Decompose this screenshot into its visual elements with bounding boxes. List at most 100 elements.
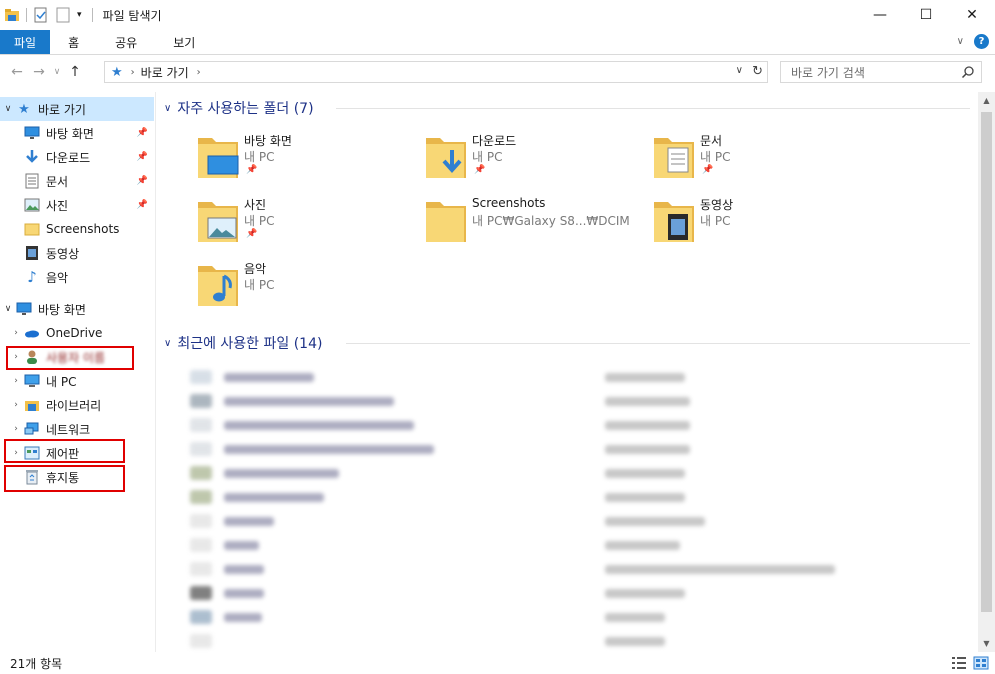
sidebar-item-label: 바탕 화면: [46, 126, 94, 141]
sidebar-item-quick-access[interactable]: ∨ ★ 바로 가기: [0, 97, 154, 121]
quick-access-dropdown-icon[interactable]: ▾: [77, 10, 82, 20]
star-icon: ★: [111, 64, 123, 80]
sidebar-item-label: 라이브러리: [46, 398, 102, 413]
folder-tile-videos[interactable]: 동영상 내 PC: [652, 196, 872, 254]
file-location: [605, 589, 685, 598]
sidebar-item-videos[interactable]: 동영상: [0, 241, 154, 265]
refresh-icon[interactable]: ↻: [752, 64, 763, 79]
collapse-chevron-icon[interactable]: ∨: [164, 338, 171, 349]
breadcrumb-chevron-icon[interactable]: ›: [131, 67, 135, 78]
pane-divider[interactable]: [155, 92, 156, 652]
address-bar[interactable]: ★ › 바로 가기 › ∨ ↻: [104, 61, 768, 83]
collapse-chevron-icon[interactable]: ∨: [164, 103, 171, 114]
file-explorer-icon[interactable]: [4, 7, 20, 23]
network-icon: [24, 421, 40, 437]
file-icon: [190, 610, 212, 624]
tab-view[interactable]: 보기: [155, 30, 213, 54]
sidebar-item-network[interactable]: › 네트워크: [0, 417, 154, 441]
sidebar-item-desktop[interactable]: 바탕 화면 📌: [0, 121, 154, 145]
sidebar-item-documents[interactable]: 문서 📌: [0, 169, 154, 193]
back-button[interactable]: ←: [6, 61, 28, 83]
expand-arrow-icon[interactable]: ›: [8, 424, 24, 434]
sidebar-item-pictures[interactable]: 사진 📌: [0, 193, 154, 217]
scrollbar-thumb[interactable]: [981, 112, 992, 612]
folder-tile-pictures[interactable]: 사진 내 PC 📌: [196, 196, 416, 254]
sidebar-item-downloads[interactable]: 다운로드 📌: [0, 145, 154, 169]
expand-arrow-icon[interactable]: ›: [8, 376, 24, 386]
breadcrumb-chevron-icon[interactable]: ›: [197, 67, 201, 78]
pin-icon[interactable]: 📌: [137, 128, 148, 138]
sidebar-item-music[interactable]: ♪ 음악: [0, 265, 154, 289]
minimize-button[interactable]: —: [857, 0, 903, 30]
list-item[interactable]: [190, 608, 890, 628]
pin-icon: 📌: [702, 165, 714, 175]
chevron-down-icon[interactable]: ∨: [957, 36, 964, 47]
folder-name: Screenshots: [472, 196, 546, 210]
list-item[interactable]: [190, 464, 890, 484]
pin-icon[interactable]: 📌: [137, 200, 148, 210]
sidebar-item-label: 바로 가기: [38, 102, 86, 117]
pin-icon[interactable]: 📌: [137, 176, 148, 186]
pin-icon: 📌: [246, 229, 258, 239]
expand-chevron-icon[interactable]: ∨: [0, 304, 16, 314]
folder-tile-documents[interactable]: 문서 내 PC 📌: [652, 132, 872, 190]
details-view-icon[interactable]: [951, 656, 967, 670]
folder-location: 내 PC: [700, 214, 731, 228]
list-item[interactable]: [190, 512, 890, 532]
list-item[interactable]: [190, 536, 890, 556]
minimize-icon: —: [873, 7, 887, 23]
sidebar-item-label: 동영상: [46, 246, 80, 261]
pin-icon[interactable]: 📌: [137, 152, 148, 162]
list-item[interactable]: [190, 560, 890, 580]
list-item[interactable]: [190, 368, 890, 388]
videos-folder-icon: [654, 202, 694, 242]
navigation-pane: ∨ ★ 바로 가기 바탕 화면 📌 다운로드 📌 문서 📌 사진 📌 Scree…: [0, 96, 154, 650]
properties-icon[interactable]: [33, 7, 49, 23]
close-button[interactable]: ✕: [949, 0, 995, 30]
tab-file[interactable]: 파일: [0, 30, 51, 54]
sidebar-item-libraries[interactable]: › 라이브러리: [0, 393, 154, 417]
sidebar-item-desktop-root[interactable]: ∨ 바탕 화면: [0, 297, 154, 321]
large-icons-view-icon[interactable]: [973, 656, 989, 670]
folder-name: 동영상: [700, 198, 734, 212]
list-item[interactable]: [190, 416, 890, 436]
file-location: [605, 373, 685, 382]
tab-home[interactable]: 홈: [50, 30, 97, 54]
list-item[interactable]: [190, 440, 890, 460]
recent-locations-button[interactable]: ∨: [50, 61, 64, 83]
maximize-button[interactable]: ☐: [903, 0, 949, 30]
document-icon: [24, 173, 40, 189]
list-item[interactable]: [190, 584, 890, 604]
folder-tile-screenshots[interactable]: Screenshots 내 PC₩Galaxy S8...₩DCIM: [424, 196, 644, 254]
forward-button[interactable]: →: [28, 61, 50, 83]
window-controls: — ☐ ✕: [857, 0, 995, 30]
new-folder-icon[interactable]: [55, 7, 71, 23]
vertical-scrollbar[interactable]: ▲ ▼: [978, 92, 995, 652]
frequent-folders-header[interactable]: ∨ 자주 사용하는 폴더 (7): [164, 97, 314, 119]
list-item[interactable]: [190, 488, 890, 508]
help-icon[interactable]: ?: [974, 34, 989, 49]
sidebar-item-screenshots[interactable]: Screenshots: [0, 217, 154, 241]
recent-files-header[interactable]: ∨ 최근에 사용한 파일 (14): [164, 332, 322, 354]
up-button[interactable]: ↑: [64, 61, 86, 83]
folder-tile-desktop[interactable]: 바탕 화면 내 PC 📌: [196, 132, 416, 190]
scroll-up-icon[interactable]: ▲: [978, 92, 995, 109]
expand-arrow-icon[interactable]: ›: [8, 400, 24, 410]
search-icon[interactable]: [961, 65, 975, 82]
sidebar-item-this-pc[interactable]: › 내 PC: [0, 369, 154, 393]
address-dropdown-icon[interactable]: ∨: [736, 65, 743, 76]
tab-share[interactable]: 공유: [97, 30, 155, 54]
list-item[interactable]: [190, 632, 890, 652]
search-input[interactable]: 바로 가기 검색: [780, 61, 982, 83]
scroll-down-icon[interactable]: ▼: [978, 635, 995, 652]
expand-chevron-icon[interactable]: ∨: [0, 104, 16, 114]
file-icon: [190, 586, 212, 600]
list-item[interactable]: [190, 392, 890, 412]
breadcrumb-quick-access[interactable]: 바로 가기: [141, 64, 189, 81]
sidebar-item-onedrive[interactable]: › OneDrive: [0, 321, 154, 345]
expand-arrow-icon[interactable]: ›: [8, 328, 24, 338]
status-bar: 21개 항목: [0, 652, 995, 674]
folder-tile-music[interactable]: 음악 내 PC: [196, 260, 416, 318]
folder-tile-downloads[interactable]: 다운로드 내 PC 📌: [424, 132, 644, 190]
file-icon: [190, 514, 212, 528]
